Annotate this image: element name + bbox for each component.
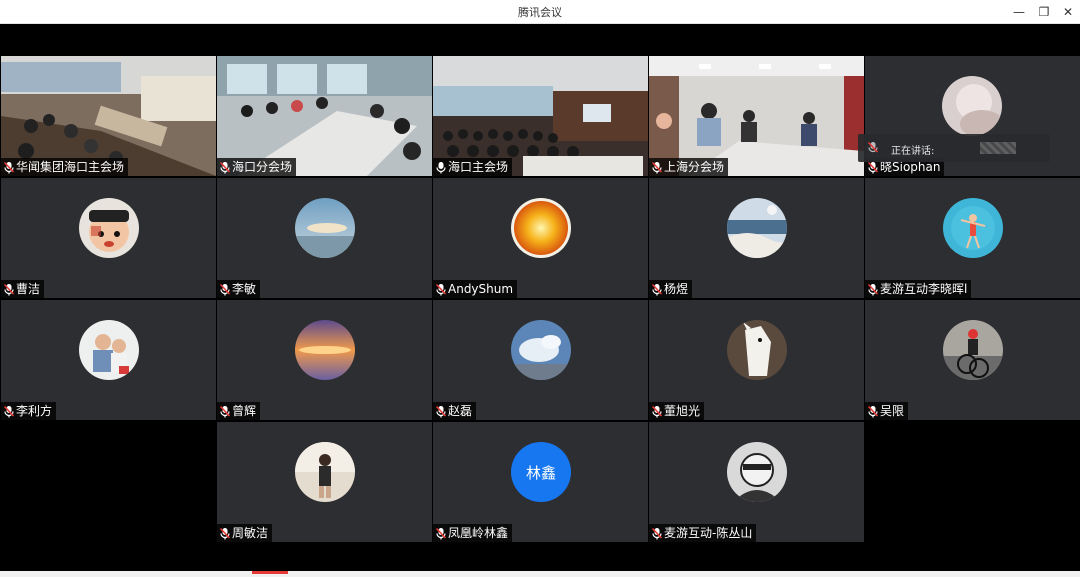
participant-name: 华闻集团海口主会场 [1,158,129,176]
mic-muted-icon [3,161,15,173]
mic-muted-icon [651,161,663,173]
mic-muted-icon [651,405,663,417]
participant-name: 杨煜 [649,280,693,298]
cartoon-avatar [79,198,139,258]
bottom-bar [0,571,1080,577]
participant-name-label: 周敏洁 [232,526,269,540]
participant-name: 赵磊 [433,402,477,420]
participant-tile[interactable]: 林鑫 凤凰岭林鑫 [433,422,648,542]
coast-avatar [727,198,787,258]
speaker-placeholder [980,142,1016,154]
video-grid: 华闻集团海口主会场 海口分会场 海口主会场 上海分会场 晓Siophan 曹洁 … [0,24,1080,577]
mic-muted-icon [219,405,231,417]
participant-tile[interactable]: 周敏洁 [217,422,432,542]
portrait-avatar [295,442,355,502]
participant-name: 吴限 [865,402,909,420]
participant-name: 曹洁 [1,280,45,298]
participant-tile[interactable]: 杨煜 [649,178,864,298]
participant-name: 海口分会场 [217,158,297,176]
participant-name-label: 麦游互动-陈丛山 [664,526,753,540]
mic-muted-icon [219,161,231,173]
title-bar: 腾讯会议 — ❐ ✕ [0,0,1080,24]
participant-name-label: 上海分会场 [664,160,725,174]
restore-button[interactable]: ❐ [1031,0,1057,24]
participant-tile[interactable]: 麦游互动李晓晖l [865,178,1080,298]
participant-tile[interactable]: 李利方 [1,300,216,420]
mic-muted-icon [3,283,15,295]
participant-tile[interactable]: 赵磊 [433,300,648,420]
participant-name: AndyShum [433,280,518,298]
participant-name-label: AndyShum [448,282,514,296]
participant-name-label: 董旭光 [664,404,701,418]
mic-muted-icon [219,283,231,295]
participant-tile[interactable]: 董旭光 [649,300,864,420]
family-avatar [79,320,139,380]
blue-cloud-avatar [511,320,571,380]
window-title: 腾讯会议 [518,6,562,19]
mic-on-icon [436,161,446,173]
participant-tile[interactable]: 上海分会场 [649,56,864,176]
close-button[interactable]: ✕ [1055,0,1080,24]
horse-avatar [727,320,787,380]
participant-name-label: 李敏 [232,282,257,296]
sunset-avatar [295,320,355,380]
mic-muted-icon [867,141,879,153]
sun-avatar [511,198,571,258]
participant-tile[interactable]: 曾辉 [217,300,432,420]
cyclist-avatar [943,320,1003,380]
sky-cloud-avatar [295,198,355,258]
participant-tile[interactable]: 海口分会场 [217,56,432,176]
mic-muted-icon [867,283,879,295]
participant-name: 麦游互动-陈丛山 [649,524,757,542]
participant-name: 李利方 [1,402,57,420]
participant-tile[interactable]: 曹洁 [1,178,216,298]
participant-name-label: 凤凰岭林鑫 [448,526,509,540]
participant-name: 凤凰岭林鑫 [433,524,513,542]
participant-name: 曾辉 [217,402,261,420]
participant-name: 董旭光 [649,402,705,420]
sketch-avatar [727,442,787,502]
mic-muted-icon [435,283,447,295]
participant-name-label: 曹洁 [16,282,41,296]
mic-muted-icon [219,527,231,539]
participant-name: 海口主会场 [433,158,513,176]
participant-tile[interactable]: 麦游互动-陈丛山 [649,422,864,542]
text-avatar: 林鑫 [511,442,571,502]
participant-name: 麦游互动李晓晖l [865,280,972,298]
minimize-button[interactable]: — [1006,0,1032,24]
participant-tile[interactable]: 华闻集团海口主会场 [1,56,216,176]
participant-name-label: 杨煜 [664,282,689,296]
participant-name-label: 麦游互动李晓晖l [880,282,968,296]
mic-muted-icon [3,405,15,417]
participant-name: 李敏 [217,280,261,298]
speaking-label: 正在讲话: [891,146,935,157]
participant-name-label: 曾辉 [232,404,257,418]
participant-tile[interactable]: 吴限 [865,300,1080,420]
speaking-indicator: 正在讲话: [858,134,1050,162]
swimmer-avatar [943,198,1003,258]
mic-muted-icon [435,527,447,539]
participant-name-label: 吴限 [880,404,905,418]
participant-name-label: 华闻集团海口主会场 [16,160,125,174]
mic-muted-icon [651,527,663,539]
mic-muted-icon [867,405,879,417]
participant-tile[interactable]: 海口主会场 [433,56,648,176]
participant-name: 周敏洁 [217,524,273,542]
light-photo-avatar [942,76,1002,136]
participant-name-label: 李利方 [16,404,53,418]
participant-name-label: 海口主会场 [448,160,509,174]
participant-name-label: 赵磊 [448,404,473,418]
participant-name-label: 海口分会场 [232,160,293,174]
mic-muted-icon [867,161,879,173]
bottom-accent [252,571,288,574]
mic-muted-icon [435,405,447,417]
participant-name: 上海分会场 [649,158,729,176]
participant-tile[interactable]: 李敏 [217,178,432,298]
mic-muted-icon [651,283,663,295]
participant-tile[interactable]: AndyShum [433,178,648,298]
